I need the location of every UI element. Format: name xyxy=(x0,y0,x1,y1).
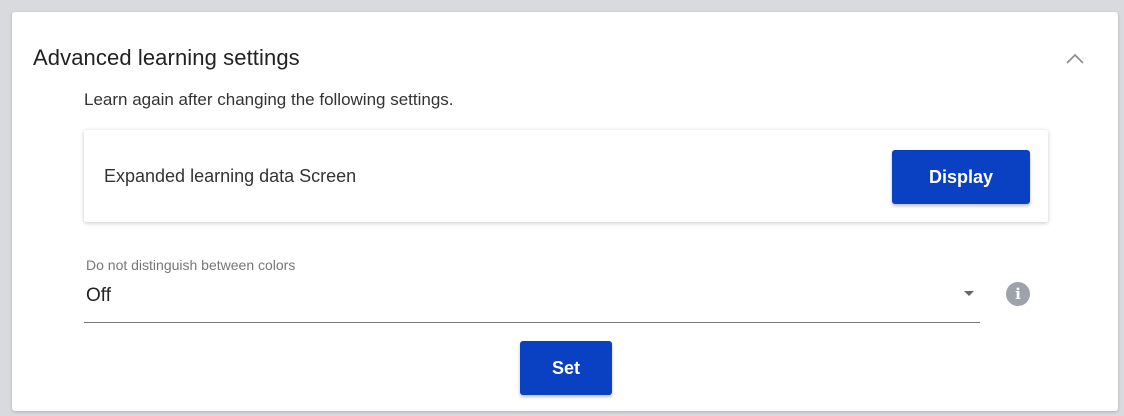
panel-subtitle: Learn again after changing the following… xyxy=(84,90,454,109)
panel-title: Advanced learning settings xyxy=(33,45,300,70)
set-button[interactable]: Set xyxy=(520,341,612,395)
advanced-learning-settings-panel: Advanced learning settings Learn again a… xyxy=(12,12,1118,411)
expanded-learning-data-label: Expanded learning data Screen xyxy=(104,166,357,186)
color-distinction-label: Do not distinguish between colors xyxy=(86,257,296,273)
display-button[interactable]: Display xyxy=(892,150,1030,204)
color-distinction-select[interactable]: Do not distinguish between colors Off xyxy=(84,255,980,323)
caret-down-icon xyxy=(964,291,974,296)
collapse-button[interactable] xyxy=(1062,48,1088,70)
info-icon[interactable]: i xyxy=(1006,282,1030,306)
chevron-up-icon xyxy=(1066,53,1084,64)
expanded-learning-data-card: Expanded learning data Screen Display xyxy=(84,130,1048,222)
color-distinction-value: Off xyxy=(86,285,111,306)
